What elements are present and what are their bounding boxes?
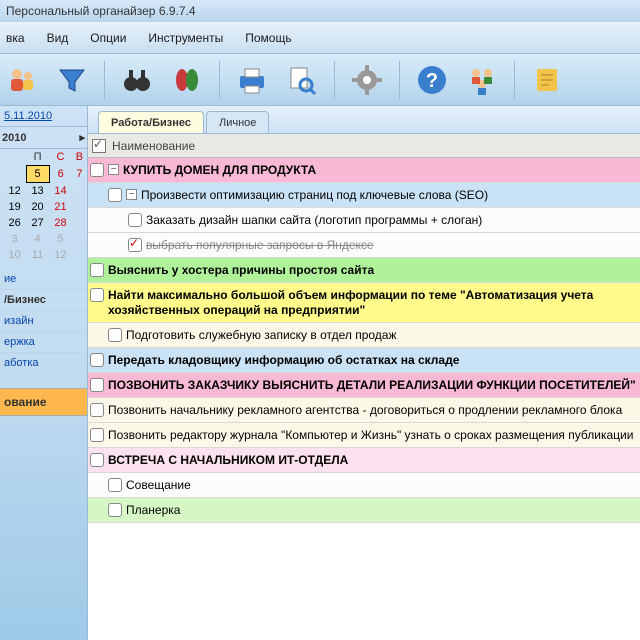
toolbar: ? [0, 54, 640, 106]
task-row[interactable]: Позвонить редактору журнала "Компьютер и… [88, 423, 640, 448]
checkbox[interactable] [128, 238, 142, 252]
checkbox[interactable] [90, 288, 104, 302]
menu-tools[interactable]: Инструменты [148, 31, 223, 45]
column-name: Наименование [112, 139, 195, 153]
checkbox[interactable] [90, 163, 104, 177]
checkbox[interactable] [90, 428, 104, 442]
task-row[interactable]: Подготовить служебную записку в отдел пр… [88, 323, 640, 348]
tab-work[interactable]: Работа/Бизнес [98, 111, 204, 133]
tab-personal[interactable]: Личное [206, 111, 269, 133]
checkbox[interactable] [90, 378, 104, 392]
binoculars-icon[interactable] [117, 60, 157, 100]
month-header: 2010 ▸ [0, 127, 87, 149]
sidebar-item[interactable]: аботка [0, 353, 87, 374]
tab-strip: Работа/Бизнес Личное [88, 106, 640, 134]
sidebar-item[interactable]: ержка [0, 332, 87, 353]
checkbox[interactable] [108, 478, 122, 492]
funnel-icon[interactable] [52, 60, 92, 100]
content-area: Работа/Бизнес Личное Наименование −КУПИТ… [88, 106, 640, 640]
checkbox[interactable] [128, 213, 142, 227]
task-row[interactable]: выбрать популярные запросы в Яндексе [88, 233, 640, 258]
task-row[interactable]: Передать кладовщику информацию об остатк… [88, 348, 640, 373]
sidebar-item[interactable]: /Бизнес [0, 290, 87, 311]
collapse-icon[interactable]: − [108, 164, 119, 175]
checkbox[interactable] [90, 263, 104, 277]
task-row[interactable]: ВСТРЕЧА С НАЧАЛЬНИКОМ ИТ-ОТДЕЛА [88, 448, 640, 473]
month-label: 2010 [2, 132, 26, 144]
collapse-icon[interactable]: − [126, 189, 137, 200]
sidebar-item[interactable]: изайн [0, 311, 87, 332]
sidebar: 5.11.2010 2010 ▸ ПСВ 567 121314 192021 2… [0, 106, 88, 640]
title-bar: Персональный органайзер 6.9.7.4 [0, 0, 640, 22]
menu-bar: вка Вид Опции Инструменты Помощь [0, 22, 640, 54]
svg-text:?: ? [426, 70, 438, 92]
task-row[interactable]: ПОЗВОНИТЬ ЗАКАЗЧИКУ ВЫЯСНИТЬ ДЕТАЛИ РЕАЛ… [88, 373, 640, 398]
task-row[interactable]: Совещание [88, 473, 640, 498]
list-header: Наименование [88, 134, 640, 158]
date-link[interactable]: 5.11.2010 [0, 106, 87, 127]
header-checkbox-icon[interactable] [92, 139, 106, 153]
menu-options[interactable]: Опции [90, 31, 126, 45]
people-icon[interactable] [2, 60, 42, 100]
task-row[interactable]: Выяснить у хостера причины простоя сайта [88, 258, 640, 283]
task-row[interactable]: −Произвести оптимизацию страниц под ключ… [88, 183, 640, 208]
checkbox[interactable] [90, 453, 104, 467]
checkbox[interactable] [90, 403, 104, 417]
gear-icon[interactable] [347, 60, 387, 100]
sidebar-section[interactable]: ование [0, 388, 87, 416]
group-icon[interactable] [462, 60, 502, 100]
month-next-icon[interactable]: ▸ [79, 131, 85, 144]
checkbox[interactable] [90, 353, 104, 367]
preview-icon[interactable] [282, 60, 322, 100]
task-row[interactable]: −КУПИТЬ ДОМЕН ДЛЯ ПРОДУКТА [88, 158, 640, 183]
sidebar-item[interactable]: ие [0, 269, 87, 290]
task-list[interactable]: −КУПИТЬ ДОМЕН ДЛЯ ПРОДУКТА −Произвести о… [88, 158, 640, 640]
printer-icon[interactable] [232, 60, 272, 100]
note-icon[interactable] [527, 60, 567, 100]
calendar[interactable]: ПСВ 567 121314 192021 262728 345 101112 [0, 149, 87, 263]
task-row[interactable]: Заказать дизайн шапки сайта (логотип про… [88, 208, 640, 233]
menu-view[interactable]: Вид [47, 31, 69, 45]
attachment-icon[interactable] [167, 60, 207, 100]
checkbox[interactable] [108, 503, 122, 517]
menu-edit[interactable]: вка [6, 31, 25, 45]
menu-help[interactable]: Помощь [245, 31, 291, 45]
task-row[interactable]: Планерка [88, 498, 640, 523]
checkbox[interactable] [108, 328, 122, 342]
task-row[interactable]: Найти максимально большой объем информац… [88, 283, 640, 323]
task-row[interactable]: Позвонить начальнику рекламного агентств… [88, 398, 640, 423]
help-icon[interactable]: ? [412, 60, 452, 100]
checkbox[interactable] [108, 188, 122, 202]
app-title: Персональный органайзер 6.9.7.4 [6, 4, 196, 18]
